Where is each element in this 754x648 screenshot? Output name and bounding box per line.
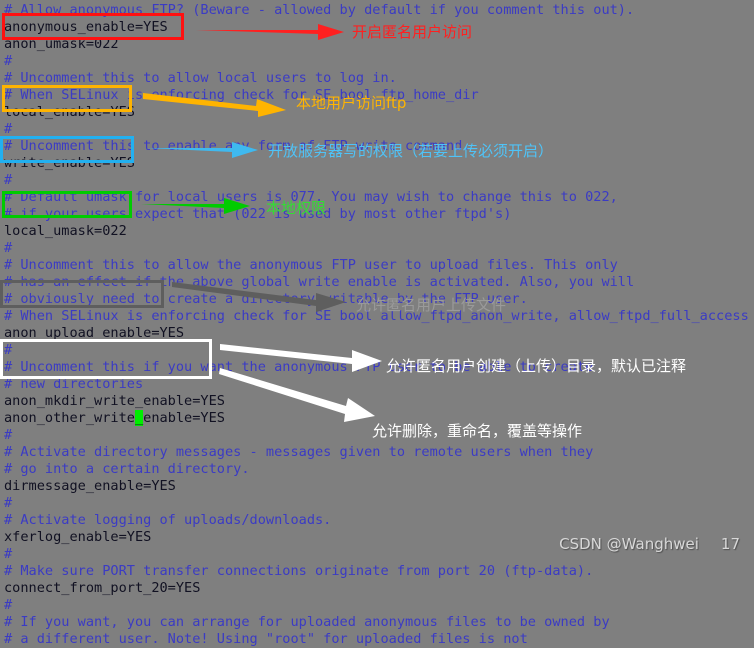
terminal-line: xferlog_enable=YES xyxy=(4,529,152,545)
terminal-line: # a different user. Note! Using "root" f… xyxy=(4,631,528,647)
terminal-line: local_enable=YES xyxy=(4,104,135,120)
terminal-line: local_umask=022 xyxy=(4,223,127,239)
terminal-line: # new directories xyxy=(4,376,144,392)
terminal-line: # When SELinux is enforcing check for SE… xyxy=(4,308,749,324)
terminal-line: # go into a certain directory. xyxy=(4,461,250,477)
terminal-line: dirmessage_enable=YES xyxy=(4,478,176,494)
terminal-line: # Uncomment this to allow the anonymous … xyxy=(4,257,618,273)
terminal-line: anon_upload_enable=YES xyxy=(4,325,185,341)
terminal-line: anon_mkdir_write_enable=YES xyxy=(4,393,225,409)
terminal-line: # Default umask for local users is 077. … xyxy=(4,189,618,205)
terminal-line: # Allow anonymous FTP? (Beware - allowed… xyxy=(4,2,635,18)
terminal-line: # Uncomment this to allow local users to… xyxy=(4,70,397,86)
terminal-line: # xyxy=(4,597,13,613)
terminal-line: # xyxy=(4,172,13,188)
terminal-line: # When SELinux is enforcing check for SE… xyxy=(4,87,479,103)
terminal-text-area[interactable]: # Allow anonymous FTP? (Beware - allowed… xyxy=(0,0,754,647)
terminal-line: connect_from_port_20=YES xyxy=(4,580,201,596)
terminal-line: # has an effect if the above global writ… xyxy=(4,274,635,290)
terminal-line: # xyxy=(4,546,13,562)
terminal-line: # xyxy=(4,342,13,358)
terminal-line: # if your users expect that (022 is used… xyxy=(4,206,512,222)
terminal-line: # obviously need to create a directory w… xyxy=(4,291,528,307)
terminal-line: write_enable=YES xyxy=(4,155,135,171)
terminal-line: anon_umask=022 xyxy=(4,36,119,52)
terminal-line: # xyxy=(4,427,13,443)
terminal-line: # xyxy=(4,121,13,137)
terminal-line: # xyxy=(4,53,13,69)
terminal-line: # Make sure PORT transfer connections or… xyxy=(4,563,594,579)
terminal-line: # If you want, you can arrange for uploa… xyxy=(4,614,610,630)
terminal-line: # Uncomment this to enable any form of F… xyxy=(4,138,471,154)
terminal-line: # Uncomment this if you want the anonymo… xyxy=(4,359,594,375)
text-cursor: _ xyxy=(134,410,144,426)
terminal-line: # Activate logging of uploads/downloads. xyxy=(4,512,332,528)
terminal-line: # xyxy=(4,240,13,256)
terminal-line: anon_other_write_enable=YES xyxy=(4,410,225,426)
terminal-line: # xyxy=(4,495,13,511)
terminal-line: anonymous_enable=YES xyxy=(4,19,168,35)
terminal-line: # Activate directory messages - messages… xyxy=(4,444,594,460)
